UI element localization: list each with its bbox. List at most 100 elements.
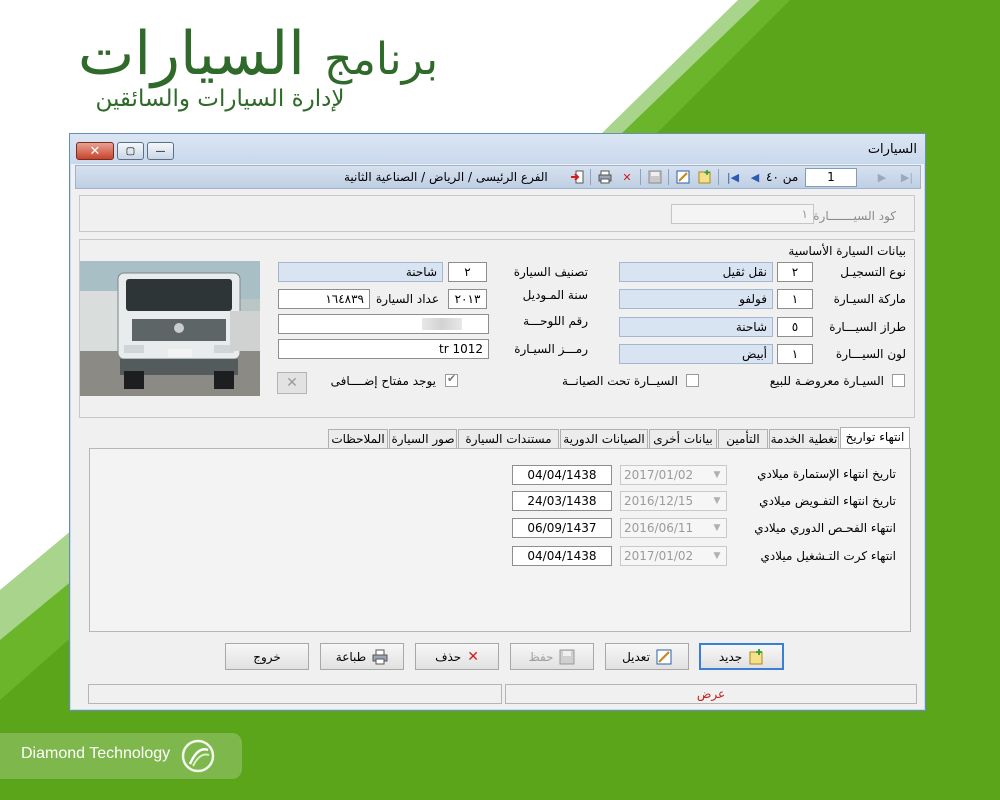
tab-periodic-maintenance[interactable]: الصيانات الدورية (560, 429, 648, 449)
date-hijri-field[interactable]: 04/04/1438 (512, 546, 612, 566)
hero-subtitle: لإدارة السيارات والسائقين (95, 86, 345, 112)
toolbar: ▶| ▶ 1 من ٤٠ ◀ |◀ ✕ الفرع الرئيسى / الري… (75, 165, 921, 189)
tab-car-documents[interactable]: مستندات السيارة (458, 429, 559, 449)
car-code-label: كود السيـــــــارة (813, 209, 896, 223)
date-label: انتهاء كرت التـشغيل ميلادي (760, 549, 896, 563)
class-code-field[interactable]: ٢ (448, 262, 487, 282)
spare-key-label: يوجد مفتاح إضــــافى (330, 374, 436, 388)
for-sale-checkbox[interactable] (892, 374, 905, 387)
car-code2-field[interactable]: tr 1012 (278, 339, 489, 359)
reg-type-code-field[interactable]: ٢ (777, 262, 813, 282)
plate-label: رقم اللوحـــة (523, 314, 588, 328)
next-record-button[interactable]: ▶ (873, 168, 891, 186)
car-code2-label: رمـــز السيـارة (514, 342, 588, 356)
print-icon (372, 649, 388, 664)
previous-icon: ◀ (750, 170, 760, 184)
delete-icon: ✕ (622, 170, 632, 184)
first-record-button[interactable]: |◀ (724, 168, 742, 186)
toolbar-separator (590, 169, 591, 185)
tab-notes[interactable]: الملاحظات (328, 429, 388, 449)
date-hijri-field[interactable]: 24/03/1438 (512, 491, 612, 511)
cars-window: ✕ ▢ — السيارات ▶| ▶ 1 من ٤٠ ◀ |◀ ✕ الفرع (69, 133, 926, 711)
record-number-input[interactable]: 1 (805, 168, 857, 187)
date-gregorian-value: 2017/01/02 (624, 468, 694, 482)
minimize-button[interactable]: — (147, 142, 174, 160)
new-button-label: جديد (718, 649, 743, 664)
basic-info-panel: بيانات السيارة الأساسية نوع التسجيـل ٢ ن… (79, 239, 915, 418)
print-button[interactable]: طباعة (320, 643, 404, 670)
last-record-button[interactable]: ▶| (898, 168, 916, 186)
basic-info-title: بيانات السيارة الأساسية (788, 244, 906, 258)
delete-icon: ✕ (467, 648, 479, 665)
hero-title-prefix: برنامج (323, 34, 439, 85)
toolbar-print-button[interactable] (596, 168, 614, 186)
date-gregorian-dropdown[interactable]: 2016/06/11 ▼ (620, 518, 727, 538)
delete-button[interactable]: ✕ حذف (415, 643, 499, 670)
tab-insurance[interactable]: التأمين (718, 429, 768, 449)
save-button[interactable]: حفظ (510, 643, 594, 670)
toolbar-exit-button[interactable] (568, 168, 586, 186)
make-name-field[interactable]: فولفو (619, 289, 773, 309)
toolbar-separator (668, 169, 669, 185)
color-name-field[interactable]: أبيض (619, 344, 773, 364)
toolbar-new-button[interactable] (696, 168, 714, 186)
car-code-field[interactable]: ١ (671, 204, 814, 224)
exit-button[interactable]: خروج (225, 643, 309, 670)
plate-blur (422, 318, 462, 330)
date-gregorian-dropdown[interactable]: 2016/12/15 ▼ (620, 491, 727, 511)
chevron-down-icon: ▼ (713, 470, 721, 480)
close-button[interactable]: ✕ (76, 142, 114, 160)
code-panel: كود السيـــــــارة ١ (79, 195, 915, 232)
clear-photo-button[interactable]: ✕ (277, 372, 307, 394)
window-title: السيارات (867, 142, 917, 157)
status-mode: عرض (505, 684, 917, 704)
date-gregorian-value: 2016/12/15 (624, 494, 694, 508)
hero-title-main: السيارات (77, 19, 305, 89)
odometer-label: عداد السيارة (375, 292, 439, 306)
date-label: تاريخ انتهاء التفـويض ميلادي (759, 494, 896, 508)
car-photo (80, 261, 260, 396)
first-icon: |◀ (726, 170, 740, 184)
edit-button[interactable]: تعديل (605, 643, 689, 670)
print-icon (598, 170, 612, 184)
exit-icon (571, 170, 584, 184)
minimize-icon: — (155, 145, 166, 157)
toolbar-delete-button[interactable]: ✕ (618, 168, 636, 186)
date-gregorian-dropdown[interactable]: 2017/01/02 ▼ (620, 546, 727, 566)
date-gregorian-dropdown[interactable]: 2017/01/02 ▼ (620, 465, 727, 485)
previous-record-button[interactable]: ◀ (746, 168, 764, 186)
edit-icon (656, 649, 672, 664)
make-code-field[interactable]: ١ (777, 289, 813, 309)
toolbar-separator (718, 169, 719, 185)
model-code-field[interactable]: ٥ (777, 317, 813, 337)
toolbar-save-button[interactable] (646, 168, 664, 186)
year-label: سنة المـوديل (522, 288, 588, 302)
maintenance-checkbox[interactable] (686, 374, 699, 387)
tab-other-data[interactable]: بيانات أخرى (649, 429, 717, 449)
class-name-field[interactable]: شاحنة (278, 262, 443, 282)
maximize-button[interactable]: ▢ (117, 142, 144, 160)
maintenance-label: السيــارة تحت الصيانــة (561, 374, 678, 388)
new-icon (749, 648, 763, 664)
close-icon: ✕ (89, 143, 101, 159)
odometer-field[interactable]: ١٦٤٨٣٩ (278, 289, 370, 309)
tab-car-photos[interactable]: صور السيارة (389, 429, 457, 449)
color-code-field[interactable]: ١ (777, 344, 813, 364)
print-button-label: طباعة (335, 649, 367, 664)
model-label: طراز السيـــارة (829, 320, 906, 334)
toolbar-edit-button[interactable] (674, 168, 692, 186)
year-field[interactable]: ٢٠١٣ (448, 289, 487, 309)
reg-type-name-field[interactable]: نقل ثقيل (619, 262, 773, 282)
date-label: انتهاء الفحـص الدوري ميلادي (754, 521, 896, 535)
date-hijri-field[interactable]: 06/09/1437 (512, 518, 612, 538)
date-hijri-field[interactable]: 04/04/1438 (512, 465, 612, 485)
tab-dates-expiry[interactable]: انتهاء تواريخ (840, 427, 910, 449)
model-name-field[interactable]: شاحنة (619, 317, 773, 337)
brand-name: Diamond Technology (21, 745, 171, 762)
tab-service-coverage[interactable]: تغطية الخدمة (769, 429, 839, 449)
class-label: تصنيف السيارة (513, 265, 588, 279)
new-button[interactable]: جديد (699, 643, 784, 670)
delete-button-label: حذف (435, 649, 462, 664)
record-count: من ٤٠ (766, 170, 799, 184)
spare-key-checkbox[interactable] (445, 372, 458, 387)
